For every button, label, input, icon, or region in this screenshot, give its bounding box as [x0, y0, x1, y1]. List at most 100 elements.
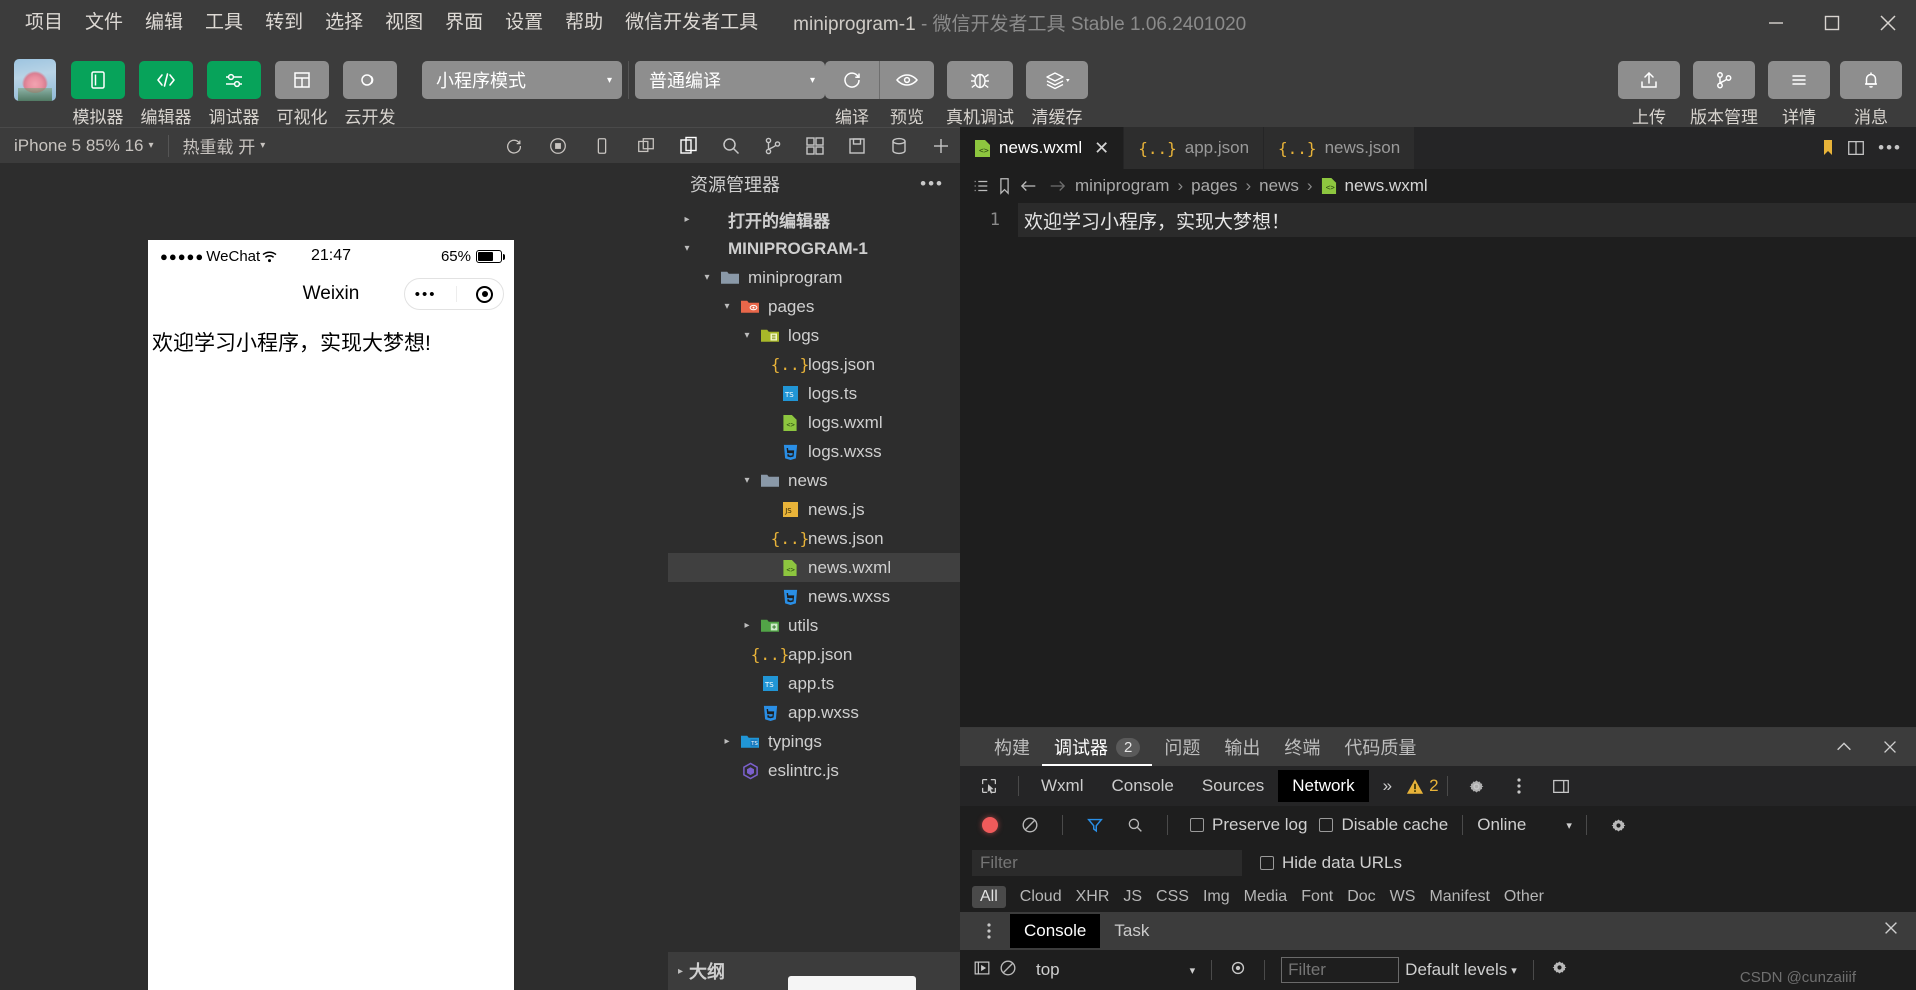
network-type-font[interactable]: Font: [1301, 888, 1333, 906]
network-record-button[interactable]: [972, 817, 1008, 833]
close-icon[interactable]: ✕: [1094, 139, 1109, 157]
activity-more-button[interactable]: [920, 135, 960, 157]
console-context-select[interactable]: top ▾: [1036, 960, 1195, 980]
tree-item-utils[interactable]: ▸ utils: [668, 611, 960, 640]
devtools-tab-sources[interactable]: Sources: [1188, 770, 1278, 802]
tree-item-miniprogram-1[interactable]: ▾ MINIPROGRAM-1: [668, 234, 960, 263]
menu-item-edit[interactable]: 编辑: [134, 9, 194, 36]
menu-item-settings[interactable]: 设置: [494, 9, 554, 36]
breadcrumb-part-2[interactable]: news: [1259, 176, 1299, 196]
breadcrumb-leaf[interactable]: news.wxml: [1345, 176, 1428, 196]
editor-tab-news-wxml[interactable]: <> news.wxml ✕: [960, 127, 1125, 169]
project-avatar[interactable]: [14, 59, 56, 101]
devtools-tab-network[interactable]: Network: [1278, 770, 1369, 802]
chevron-up-icon[interactable]: [1834, 737, 1854, 757]
toolbar-button-debugger[interactable]: 调试器: [200, 51, 268, 128]
panel-tab-debugger[interactable]: 调试器 2: [1042, 728, 1152, 766]
arrow-right-icon[interactable]: [1047, 177, 1067, 195]
tree-item-news-js[interactable]: JS news.js: [668, 495, 960, 524]
simulator-record-button[interactable]: [536, 136, 580, 156]
device-select[interactable]: iPhone 5 85% 16 ▾: [0, 136, 168, 156]
chevron-down-icon[interactable]: ▾: [736, 475, 758, 486]
wechat-capsule[interactable]: •••: [404, 278, 504, 310]
console-execute-button[interactable]: [972, 958, 992, 983]
toolbar-button-message[interactable]: 消息: [1840, 51, 1902, 128]
network-type-ws[interactable]: WS: [1390, 888, 1416, 906]
tree-item-logs-ts[interactable]: TS logs.ts: [668, 379, 960, 408]
network-clear-button[interactable]: [1012, 815, 1048, 835]
panel-tab-terminal[interactable]: 终端: [1272, 728, 1332, 766]
menu-item-view[interactable]: 视图: [374, 9, 434, 36]
devtools-settings-button[interactable]: [1456, 777, 1498, 796]
drawer-kebab-button[interactable]: [968, 921, 1010, 941]
editor-tab-app-json[interactable]: {..} app.json: [1124, 127, 1265, 169]
network-type-media[interactable]: Media: [1244, 888, 1288, 906]
panel-tab-problems[interactable]: 问题: [1152, 728, 1212, 766]
console-eye-button[interactable]: [1228, 958, 1248, 983]
arrow-left-icon[interactable]: [1019, 177, 1039, 195]
breadcrumb-part-0[interactable]: miniprogram: [1075, 176, 1169, 196]
tree-item-logs-wxml[interactable]: <> logs.wxml: [668, 408, 960, 437]
network-filter-button[interactable]: [1077, 815, 1113, 835]
devtools-tab-wxml[interactable]: Wxml: [1027, 770, 1097, 802]
panel-tab-codequality[interactable]: 代码质量: [1332, 728, 1428, 766]
simulator-copy-button[interactable]: [624, 136, 668, 156]
line-content[interactable]: 欢迎学习小程序，实现大梦想！: [1018, 203, 1916, 237]
network-type-js[interactable]: JS: [1123, 888, 1142, 906]
chevron-down-icon[interactable]: ▾: [676, 243, 698, 254]
chevron-right-icon[interactable]: ▸: [716, 736, 738, 747]
drawer-tab-console[interactable]: Console: [1010, 914, 1101, 948]
toolbar-button-detail[interactable]: 详情: [1768, 51, 1830, 128]
mode-select[interactable]: 小程序模式 ▾: [422, 61, 622, 99]
compile-select[interactable]: 普通编译 ▾: [635, 61, 825, 99]
tree-item-app-json[interactable]: {..} app.json: [668, 640, 960, 669]
chevron-down-icon[interactable]: ▾: [696, 272, 718, 283]
hot-reload-select[interactable]: 热重载 开 ▾: [169, 133, 280, 158]
toolbar-button-editor[interactable]: 编辑器: [132, 51, 200, 128]
tree-item-news-wxss[interactable]: news.wxss: [668, 582, 960, 611]
menu-item-devtools[interactable]: 微信开发者工具: [614, 9, 769, 36]
breadcrumb-part-1[interactable]: pages: [1191, 176, 1237, 196]
console-clear-button[interactable]: [998, 958, 1018, 983]
tree-item-news-json[interactable]: {..} news.json: [668, 524, 960, 553]
network-type-css[interactable]: CSS: [1156, 888, 1189, 906]
toolbar-button-cloud[interactable]: 云开发: [336, 51, 404, 128]
tree-item-pages[interactable]: ▾ pages: [668, 292, 960, 321]
bookmark-icon[interactable]: [1822, 138, 1834, 158]
network-type-all[interactable]: All: [972, 886, 1006, 908]
console-filter-input[interactable]: [1281, 957, 1400, 983]
devtools-dock-button[interactable]: [1540, 776, 1582, 796]
network-type-img[interactable]: Img: [1203, 888, 1230, 906]
tree-item-news-wxml[interactable]: <> news.wxml: [668, 553, 960, 582]
tree-item-logs-wxss[interactable]: logs.wxss: [668, 437, 960, 466]
toolbar-button-visual[interactable]: 可视化: [268, 51, 336, 128]
drawer-tab-task[interactable]: Task: [1100, 914, 1163, 948]
toolbar-button-realdebug[interactable]: 真机调试: [946, 51, 1014, 128]
chevron-down-icon[interactable]: ▾: [736, 330, 758, 341]
tree-item-logs-json[interactable]: {..} logs.json: [668, 350, 960, 379]
chevron-down-icon[interactable]: ▾: [716, 301, 738, 312]
activity-cloud-db-button[interactable]: [878, 135, 920, 157]
toolbar-button-simulator[interactable]: 模拟器: [64, 51, 132, 128]
maximize-button[interactable]: [1804, 0, 1860, 45]
activity-source-control-button[interactable]: [752, 135, 794, 157]
network-type-cloud[interactable]: Cloud: [1020, 888, 1062, 906]
close-icon[interactable]: [1880, 737, 1900, 757]
menu-item-project[interactable]: 项目: [14, 9, 74, 36]
toolbar-button-version[interactable]: 版本管理: [1690, 51, 1758, 128]
panel-tab-build[interactable]: 构建: [982, 728, 1042, 766]
tree-item-打开的编辑器[interactable]: ▸ 打开的编辑器: [668, 205, 960, 234]
network-settings-button[interactable]: [1601, 816, 1637, 835]
menu-item-goto[interactable]: 转到: [254, 9, 314, 36]
network-filter-input[interactable]: [972, 850, 1242, 876]
simulator-rotate-button[interactable]: [492, 136, 536, 156]
minimize-button[interactable]: [1748, 0, 1804, 45]
close-button[interactable]: [1860, 0, 1916, 45]
network-type-xhr[interactable]: XHR: [1076, 888, 1110, 906]
panel-tab-output[interactable]: 输出: [1212, 728, 1272, 766]
hide-data-urls-checkbox[interactable]: Hide data URLs: [1260, 853, 1402, 873]
tree-item-news[interactable]: ▾ news: [668, 466, 960, 495]
activity-files-button[interactable]: [668, 135, 710, 157]
split-editor-icon[interactable]: [1846, 138, 1866, 158]
network-type-filters[interactable]: All Cloud XHR JS CSS Img Media Font Doc WS Manifes…: [960, 882, 1916, 912]
